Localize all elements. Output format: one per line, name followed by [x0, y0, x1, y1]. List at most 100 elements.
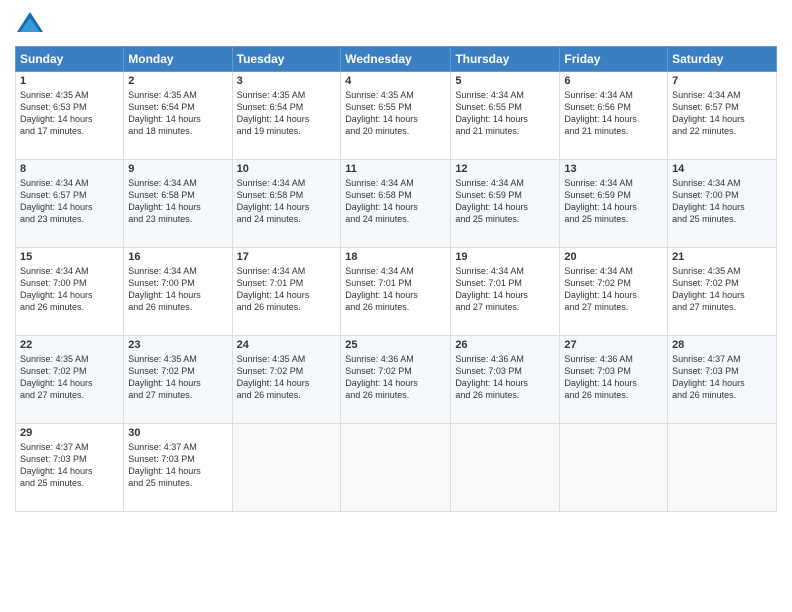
day-number: 27: [564, 339, 663, 351]
calendar: SundayMondayTuesdayWednesdayThursdayFrid…: [15, 46, 777, 512]
header-day-friday: Friday: [560, 47, 668, 72]
cell-content: Sunrise: 4:34 AMSunset: 6:55 PMDaylight:…: [455, 89, 555, 138]
day-number: 8: [20, 163, 119, 175]
cell-content: Sunrise: 4:37 AMSunset: 7:03 PMDaylight:…: [128, 441, 227, 490]
day-cell: [341, 424, 451, 512]
day-cell: [451, 424, 560, 512]
day-number: 21: [672, 251, 772, 263]
day-number: 30: [128, 427, 227, 439]
day-cell: 25 Sunrise: 4:36 AMSunset: 7:02 PMDaylig…: [341, 336, 451, 424]
cell-content: Sunrise: 4:35 AMSunset: 7:02 PMDaylight:…: [20, 353, 119, 402]
day-cell: [232, 424, 341, 512]
day-cell: 12 Sunrise: 4:34 AMSunset: 6:59 PMDaylig…: [451, 160, 560, 248]
day-cell: 19 Sunrise: 4:34 AMSunset: 7:01 PMDaylig…: [451, 248, 560, 336]
cell-content: Sunrise: 4:35 AMSunset: 7:02 PMDaylight:…: [128, 353, 227, 402]
calendar-header: SundayMondayTuesdayWednesdayThursdayFrid…: [16, 47, 777, 72]
cell-content: Sunrise: 4:34 AMSunset: 7:00 PMDaylight:…: [20, 265, 119, 314]
day-cell: 5 Sunrise: 4:34 AMSunset: 6:55 PMDayligh…: [451, 72, 560, 160]
day-number: 15: [20, 251, 119, 263]
cell-content: Sunrise: 4:34 AMSunset: 6:56 PMDaylight:…: [564, 89, 663, 138]
day-number: 20: [564, 251, 663, 263]
cell-content: Sunrise: 4:34 AMSunset: 7:01 PMDaylight:…: [237, 265, 337, 314]
day-cell: 23 Sunrise: 4:35 AMSunset: 7:02 PMDaylig…: [124, 336, 232, 424]
day-number: 19: [455, 251, 555, 263]
week-row-1: 1 Sunrise: 4:35 AMSunset: 6:53 PMDayligh…: [16, 72, 777, 160]
cell-content: Sunrise: 4:37 AMSunset: 7:03 PMDaylight:…: [672, 353, 772, 402]
cell-content: Sunrise: 4:35 AMSunset: 6:54 PMDaylight:…: [237, 89, 337, 138]
day-cell: 1 Sunrise: 4:35 AMSunset: 6:53 PMDayligh…: [16, 72, 124, 160]
cell-content: Sunrise: 4:36 AMSunset: 7:03 PMDaylight:…: [564, 353, 663, 402]
cell-content: Sunrise: 4:37 AMSunset: 7:03 PMDaylight:…: [20, 441, 119, 490]
day-cell: 17 Sunrise: 4:34 AMSunset: 7:01 PMDaylig…: [232, 248, 341, 336]
day-cell: 27 Sunrise: 4:36 AMSunset: 7:03 PMDaylig…: [560, 336, 668, 424]
day-cell: 7 Sunrise: 4:34 AMSunset: 6:57 PMDayligh…: [668, 72, 777, 160]
day-number: 12: [455, 163, 555, 175]
cell-content: Sunrise: 4:36 AMSunset: 7:03 PMDaylight:…: [455, 353, 555, 402]
header: [15, 10, 777, 40]
day-number: 2: [128, 75, 227, 87]
header-day-monday: Monday: [124, 47, 232, 72]
cell-content: Sunrise: 4:34 AMSunset: 7:01 PMDaylight:…: [455, 265, 555, 314]
header-day-saturday: Saturday: [668, 47, 777, 72]
cell-content: Sunrise: 4:34 AMSunset: 6:57 PMDaylight:…: [20, 177, 119, 226]
day-cell: 8 Sunrise: 4:34 AMSunset: 6:57 PMDayligh…: [16, 160, 124, 248]
day-cell: 30 Sunrise: 4:37 AMSunset: 7:03 PMDaylig…: [124, 424, 232, 512]
cell-content: Sunrise: 4:34 AMSunset: 7:00 PMDaylight:…: [672, 177, 772, 226]
day-cell: 21 Sunrise: 4:35 AMSunset: 7:02 PMDaylig…: [668, 248, 777, 336]
header-row: SundayMondayTuesdayWednesdayThursdayFrid…: [16, 47, 777, 72]
day-cell: 3 Sunrise: 4:35 AMSunset: 6:54 PMDayligh…: [232, 72, 341, 160]
day-number: 22: [20, 339, 119, 351]
cell-content: Sunrise: 4:35 AMSunset: 6:53 PMDaylight:…: [20, 89, 119, 138]
calendar-body: 1 Sunrise: 4:35 AMSunset: 6:53 PMDayligh…: [16, 72, 777, 512]
day-number: 10: [237, 163, 337, 175]
week-row-2: 8 Sunrise: 4:34 AMSunset: 6:57 PMDayligh…: [16, 160, 777, 248]
cell-content: Sunrise: 4:34 AMSunset: 7:01 PMDaylight:…: [345, 265, 446, 314]
day-number: 13: [564, 163, 663, 175]
header-day-thursday: Thursday: [451, 47, 560, 72]
day-number: 17: [237, 251, 337, 263]
day-cell: 29 Sunrise: 4:37 AMSunset: 7:03 PMDaylig…: [16, 424, 124, 512]
cell-content: Sunrise: 4:34 AMSunset: 6:58 PMDaylight:…: [237, 177, 337, 226]
cell-content: Sunrise: 4:34 AMSunset: 6:59 PMDaylight:…: [455, 177, 555, 226]
day-cell: 9 Sunrise: 4:34 AMSunset: 6:58 PMDayligh…: [124, 160, 232, 248]
week-row-5: 29 Sunrise: 4:37 AMSunset: 7:03 PMDaylig…: [16, 424, 777, 512]
logo-icon: [15, 10, 45, 40]
week-row-3: 15 Sunrise: 4:34 AMSunset: 7:00 PMDaylig…: [16, 248, 777, 336]
day-cell: 10 Sunrise: 4:34 AMSunset: 6:58 PMDaylig…: [232, 160, 341, 248]
cell-content: Sunrise: 4:34 AMSunset: 6:58 PMDaylight:…: [128, 177, 227, 226]
day-number: 11: [345, 163, 446, 175]
day-number: 26: [455, 339, 555, 351]
cell-content: Sunrise: 4:35 AMSunset: 6:55 PMDaylight:…: [345, 89, 446, 138]
cell-content: Sunrise: 4:35 AMSunset: 6:54 PMDaylight:…: [128, 89, 227, 138]
day-number: 4: [345, 75, 446, 87]
cell-content: Sunrise: 4:34 AMSunset: 6:58 PMDaylight:…: [345, 177, 446, 226]
cell-content: Sunrise: 4:36 AMSunset: 7:02 PMDaylight:…: [345, 353, 446, 402]
day-number: 7: [672, 75, 772, 87]
day-number: 24: [237, 339, 337, 351]
day-cell: 6 Sunrise: 4:34 AMSunset: 6:56 PMDayligh…: [560, 72, 668, 160]
header-day-tuesday: Tuesday: [232, 47, 341, 72]
day-cell: 2 Sunrise: 4:35 AMSunset: 6:54 PMDayligh…: [124, 72, 232, 160]
logo: [15, 10, 49, 40]
day-cell: [668, 424, 777, 512]
day-number: 28: [672, 339, 772, 351]
day-number: 9: [128, 163, 227, 175]
day-cell: 11 Sunrise: 4:34 AMSunset: 6:58 PMDaylig…: [341, 160, 451, 248]
day-cell: 18 Sunrise: 4:34 AMSunset: 7:01 PMDaylig…: [341, 248, 451, 336]
day-cell: 4 Sunrise: 4:35 AMSunset: 6:55 PMDayligh…: [341, 72, 451, 160]
day-number: 25: [345, 339, 446, 351]
cell-content: Sunrise: 4:34 AMSunset: 6:57 PMDaylight:…: [672, 89, 772, 138]
cell-content: Sunrise: 4:35 AMSunset: 7:02 PMDaylight:…: [237, 353, 337, 402]
day-cell: 28 Sunrise: 4:37 AMSunset: 7:03 PMDaylig…: [668, 336, 777, 424]
day-number: 16: [128, 251, 227, 263]
day-number: 23: [128, 339, 227, 351]
day-number: 6: [564, 75, 663, 87]
header-day-wednesday: Wednesday: [341, 47, 451, 72]
day-cell: 14 Sunrise: 4:34 AMSunset: 7:00 PMDaylig…: [668, 160, 777, 248]
day-cell: 16 Sunrise: 4:34 AMSunset: 7:00 PMDaylig…: [124, 248, 232, 336]
day-cell: 24 Sunrise: 4:35 AMSunset: 7:02 PMDaylig…: [232, 336, 341, 424]
day-number: 3: [237, 75, 337, 87]
week-row-4: 22 Sunrise: 4:35 AMSunset: 7:02 PMDaylig…: [16, 336, 777, 424]
day-number: 14: [672, 163, 772, 175]
day-cell: [560, 424, 668, 512]
